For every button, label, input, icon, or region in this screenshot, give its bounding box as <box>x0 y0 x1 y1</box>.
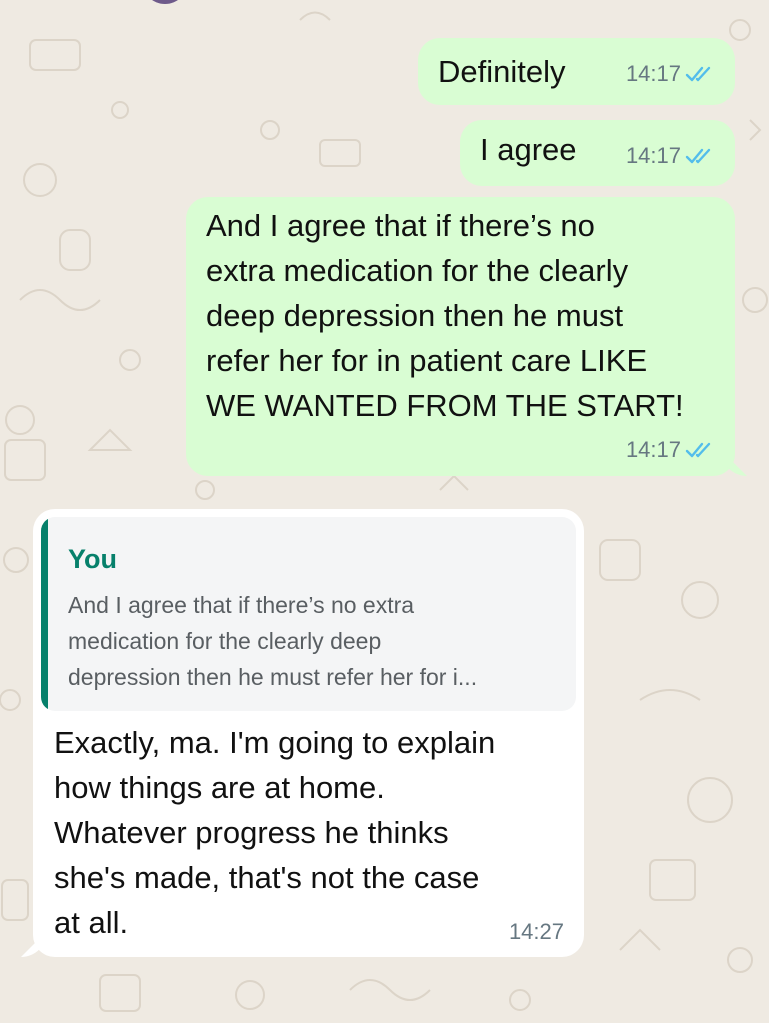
message-time: 14:17 <box>625 143 681 168</box>
message-text: Definitely <box>438 54 566 89</box>
message-line: And I agree that if there’s no <box>206 208 595 243</box>
double-check-read-icon <box>685 442 711 458</box>
quoted-author: You <box>68 544 117 574</box>
message-meta: 14:17 <box>626 437 715 463</box>
message-text: And I agree that if there’s no extra med… <box>206 203 726 428</box>
message-meta: 14:17 <box>626 61 715 87</box>
outgoing-message-bubble[interactable]: I agree 14:17 <box>460 120 735 186</box>
message-meta: 14:17 <box>626 143 715 169</box>
quoted-line: depression then he must refer her for i.… <box>68 664 478 690</box>
message-line: WE WANTED FROM THE START! <box>206 388 684 423</box>
message-line: she's made, that's not the case <box>54 860 480 895</box>
outgoing-message-bubble[interactable]: And I agree that if there’s no extra med… <box>186 197 747 476</box>
message-text: Exactly, ma. I'm going to explain how th… <box>54 720 495 945</box>
message-time: 14:17 <box>625 437 681 462</box>
message-meta: 14:27 <box>509 919 564 945</box>
message-line: refer her for in patient care LIKE <box>206 343 648 378</box>
message-line: how things are at home. <box>54 770 385 805</box>
incoming-message-bubble[interactable]: You And I agree that if there’s no extra… <box>21 509 584 957</box>
quoted-line: medication for the clearly deep <box>68 628 382 654</box>
message-line: at all. <box>54 905 129 940</box>
double-check-read-icon <box>685 148 711 164</box>
quoted-line: And I agree that if there’s no extra <box>68 592 415 618</box>
message-text: I agree <box>480 132 577 167</box>
quoted-reply[interactable]: You And I agree that if there’s no extra… <box>41 517 576 711</box>
outgoing-message-bubble[interactable]: Definitely 14:17 <box>418 38 735 105</box>
double-check-read-icon <box>685 66 711 82</box>
message-time: 14:17 <box>625 61 681 86</box>
quoted-text: And I agree that if there’s no extra med… <box>68 587 568 695</box>
message-time: 14:27 <box>508 919 564 944</box>
message-line: Exactly, ma. I'm going to explain <box>54 725 496 760</box>
message-line: deep depression then he must <box>206 298 624 333</box>
quote-accent-bar <box>41 517 48 711</box>
message-line: extra medication for the clearly <box>206 253 629 288</box>
message-line: Whatever progress he thinks <box>54 815 449 850</box>
